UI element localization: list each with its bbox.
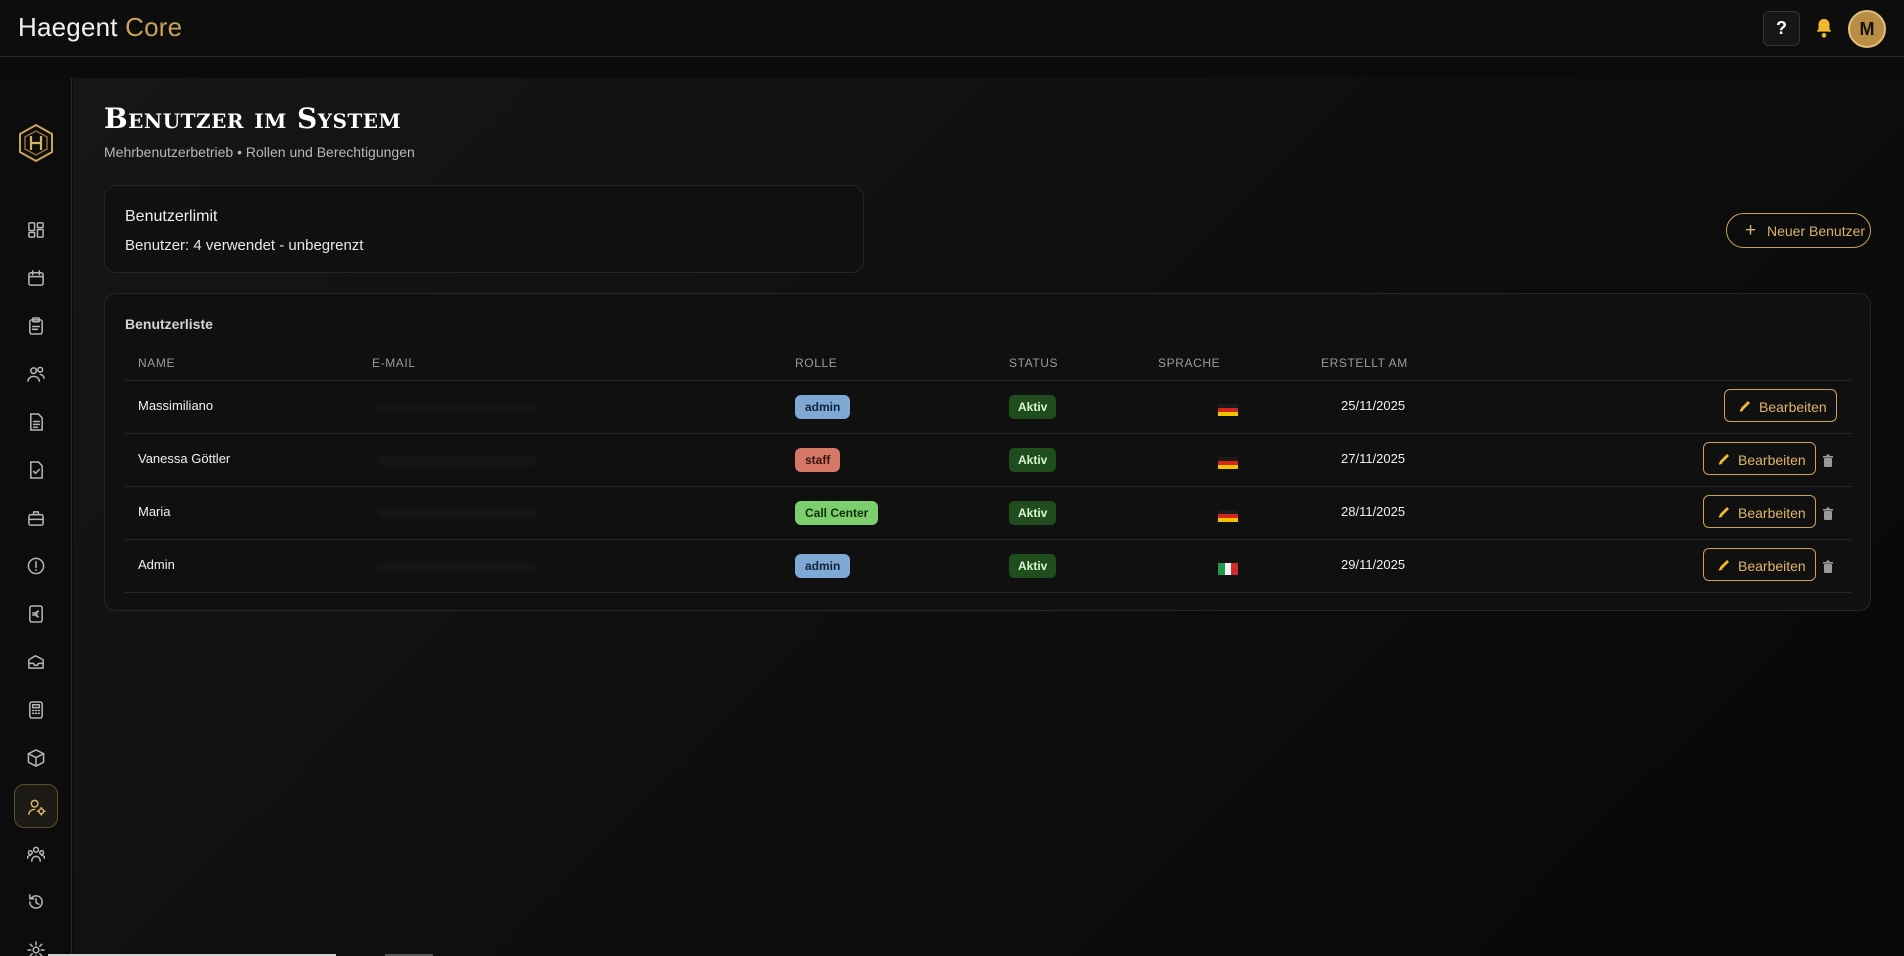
column-header-status[interactable]: Status [1009, 356, 1058, 370]
status-badge: Aktiv [1009, 395, 1057, 419]
table-row: Vanessa Göttler staff Aktiv 27/11/2025 Bearb… [125, 434, 1852, 487]
trash-icon[interactable] [1821, 560, 1835, 574]
page-subtitle: Mehrbenutzerbetrieb • Rollen und Berecht… [104, 144, 415, 160]
column-header-created[interactable]: Erstellt am [1321, 356, 1408, 370]
sidebar-item-history[interactable] [14, 880, 58, 924]
user-limit-card: Benutzerlimit Benutzer: 4 verwendet - un… [104, 185, 864, 273]
sidebar-item-package[interactable] [14, 736, 58, 780]
gear-icon [27, 941, 45, 956]
sidebar-item-document-check[interactable] [14, 448, 58, 492]
avatar[interactable]: M [1848, 10, 1886, 48]
app-name: Haegent [18, 12, 118, 42]
role-badge: admin [795, 395, 851, 419]
sidebar-item-briefcase[interactable] [14, 496, 58, 540]
pencil-icon [1718, 560, 1729, 571]
created-date: 29/11/2025 [1341, 557, 1406, 572]
users-icon [27, 366, 45, 382]
top-bar: Haegent Core ? M [0, 0, 1904, 57]
edit-button-label: Bearbeiten [1738, 505, 1806, 521]
document-icon [30, 413, 43, 431]
edit-button-label: Bearbeiten [1759, 399, 1827, 415]
dashboard-icon [28, 222, 44, 238]
euro-icon [29, 605, 43, 623]
user-settings-icon [28, 799, 46, 816]
column-header-role[interactable]: Rolle [795, 356, 837, 370]
role-badge: admin [795, 554, 851, 578]
app-name-accent: Core [125, 12, 183, 42]
edit-button-label: Bearbeiten [1738, 452, 1806, 468]
sidebar-item-clipboard[interactable] [14, 304, 58, 348]
table-row: Maria Call Center Aktiv 28/11/2025 Bearbeite… [125, 487, 1852, 540]
column-header-language[interactable]: Sprache [1158, 356, 1220, 370]
user-limit-value: Benutzer: 4 verwendet - unbegrenzt [125, 237, 364, 254]
role-badge: Call Center [795, 501, 879, 525]
user-name: Vanessa Göttler [138, 451, 231, 466]
sidebar-item-gear[interactable] [14, 928, 58, 956]
user-email-redacted [377, 563, 537, 571]
column-header-email[interactable]: E-Mail [372, 356, 416, 370]
help-button[interactable]: ? [1763, 11, 1800, 46]
team-icon [27, 846, 45, 862]
edit-button[interactable]: Bearbeiten [1703, 548, 1816, 581]
user-email-redacted [377, 510, 537, 518]
clipboard-icon [29, 317, 43, 335]
sidebar-item-calendar[interactable] [14, 256, 58, 300]
language-flag-it-icon [1218, 562, 1238, 575]
new-user-button-label: Neuer Benutzer [1767, 223, 1866, 239]
language-flag-de-icon [1218, 403, 1238, 416]
trash-icon[interactable] [1821, 454, 1835, 468]
user-email-redacted [377, 404, 537, 412]
language-flag-de-icon [1218, 509, 1238, 522]
language-flag-de-icon [1218, 456, 1238, 469]
sidebar-item-user-settings[interactable] [14, 784, 58, 828]
created-date: 27/11/2025 [1341, 451, 1406, 466]
sidebar-item-inbox[interactable] [14, 640, 58, 684]
pencil-icon [1718, 454, 1729, 465]
document-check-icon [30, 461, 43, 479]
edit-button[interactable]: Bearbeiten [1703, 442, 1816, 475]
sidebar-item-alert[interactable] [14, 544, 58, 588]
plus-icon: + [1745, 220, 1757, 241]
pencil-icon [1739, 401, 1750, 412]
new-user-button[interactable]: + Neuer Benutzer [1726, 213, 1871, 248]
user-limit-title: Benutzerlimit [125, 208, 218, 225]
sidebar-item-document[interactable] [14, 400, 58, 444]
edit-button[interactable]: Bearbeiten [1703, 495, 1816, 528]
sidebar-item-euro[interactable] [14, 592, 58, 636]
sidebar-item-users[interactable] [14, 352, 58, 396]
sidebar-item-dashboard[interactable] [14, 208, 58, 252]
history-icon [29, 894, 43, 909]
created-date: 25/11/2025 [1341, 398, 1406, 413]
table-row: Massimiliano admin Aktiv 25/11/2025 Bearbeit… [125, 381, 1852, 434]
created-date: 28/11/2025 [1341, 504, 1406, 519]
edit-button[interactable]: Bearbeiten [1724, 389, 1837, 422]
status-badge: Aktiv [1009, 448, 1057, 472]
pencil-icon [1718, 507, 1729, 518]
sidebar-item-calculator[interactable] [14, 688, 58, 732]
calendar-icon [28, 270, 44, 286]
user-name: Maria [138, 504, 171, 519]
user-name: Massimiliano [138, 398, 214, 413]
user-list-card: Benutzerliste Name E-Mail Rolle Status S… [104, 293, 1871, 611]
user-list-title: Benutzerliste [125, 316, 213, 332]
package-icon [27, 749, 45, 767]
role-badge: staff [795, 448, 841, 472]
column-header-name[interactable]: Name [138, 356, 175, 370]
briefcase-icon [28, 511, 44, 526]
user-email-redacted [377, 457, 537, 465]
user-name: Admin [138, 557, 175, 572]
app-brand[interactable]: Haegent Core [18, 12, 182, 43]
brand-logo-icon[interactable] [18, 123, 54, 163]
page-title: Benutzer im System [104, 102, 402, 135]
inbox-icon [28, 655, 44, 669]
edit-button-label: Bearbeiten [1738, 558, 1806, 574]
sidebar-item-team[interactable] [14, 832, 58, 876]
notifications-bell-icon[interactable] [1813, 16, 1835, 40]
alert-icon [27, 557, 45, 575]
calculator-icon [29, 701, 43, 719]
trash-icon[interactable] [1821, 507, 1835, 521]
status-badge: Aktiv [1009, 501, 1057, 525]
status-badge: Aktiv [1009, 554, 1057, 578]
table-row: Admin admin Aktiv 29/11/2025 Bearbeiten [125, 540, 1852, 593]
